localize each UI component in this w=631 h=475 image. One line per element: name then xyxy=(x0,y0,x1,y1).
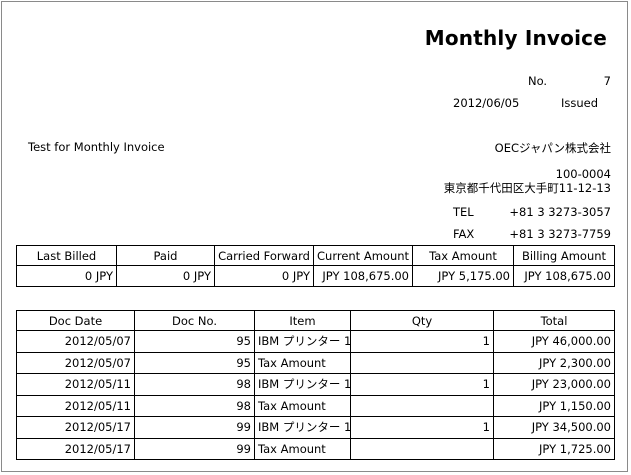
item-name: IBM プリンター 1312 xyxy=(254,330,351,353)
table-row: 2012/05/17 99 Tax Amount JPY 1,725.00 xyxy=(16,437,615,460)
doc-no: 98 xyxy=(134,394,255,417)
summary-last-billed: 0 JPY xyxy=(16,265,117,287)
qty: 1 xyxy=(350,373,494,396)
summary-header-last-billed: Last Billed xyxy=(16,245,117,266)
items-header-total: Total xyxy=(493,310,615,331)
invoice-no-value: 7 xyxy=(603,74,611,88)
issue-date: 2012/06/05 xyxy=(453,96,520,110)
item-name: Tax Amount xyxy=(254,394,351,417)
issued-label: Issued xyxy=(561,96,599,110)
tel-number: +81 3 3273-3057 xyxy=(509,205,611,219)
billing-summary-table: Last Billed Paid Carried Forward Current… xyxy=(16,245,615,287)
doc-date: 2012/05/07 xyxy=(16,351,135,374)
doc-date: 2012/05/17 xyxy=(16,416,135,439)
invoice-no-label: No. xyxy=(528,74,548,88)
summary-paid: 0 JPY xyxy=(116,265,215,287)
summary-carried-forward: 0 JPY xyxy=(214,265,314,287)
items-header-doc-no: Doc No. xyxy=(134,310,255,331)
doc-no: 99 xyxy=(134,437,255,460)
doc-date: 2012/05/07 xyxy=(16,330,135,353)
item-name: IBM プリンター 1222 xyxy=(254,373,351,396)
qty: 1 xyxy=(350,416,494,439)
doc-date: 2012/05/11 xyxy=(16,373,135,396)
items-header-row: Doc Date Doc No. Item Qty Total xyxy=(16,310,615,331)
customer-name: Test for Monthly Invoice xyxy=(28,140,165,154)
doc-no: 98 xyxy=(134,373,255,396)
line-total: JPY 2,300.00 xyxy=(493,351,615,374)
summary-header-row: Last Billed Paid Carried Forward Current… xyxy=(16,245,615,266)
summary-header-billing-amount: Billing Amount xyxy=(513,245,615,266)
company-address: 東京都千代田区大手町11-12-13 xyxy=(443,181,611,195)
invoice-title: Monthly Invoice xyxy=(424,26,607,50)
company-postal: 100-0004 xyxy=(555,167,611,181)
table-row: 2012/05/07 95 IBM プリンター 1312 1 JPY 46,00… xyxy=(16,330,615,353)
doc-date: 2012/05/17 xyxy=(16,437,135,460)
summary-billing-amount: JPY 108,675.00 xyxy=(513,265,615,287)
table-row: 2012/05/17 99 IBM プリンター 1226 1 JPY 34,50… xyxy=(16,416,615,439)
summary-header-paid: Paid xyxy=(116,245,215,266)
doc-no: 99 xyxy=(134,416,255,439)
items-header-item: Item xyxy=(254,310,351,331)
doc-date: 2012/05/11 xyxy=(16,394,135,417)
items-header-doc-date: Doc Date xyxy=(16,310,135,331)
table-row: 2012/05/07 95 Tax Amount JPY 2,300.00 xyxy=(16,351,615,374)
line-total: JPY 46,000.00 xyxy=(493,330,615,353)
qty xyxy=(350,351,494,374)
doc-no: 95 xyxy=(134,351,255,374)
fax-number: +81 3 3273-7759 xyxy=(509,227,611,241)
summary-current-amount: JPY 108,675.00 xyxy=(313,265,413,287)
summary-tax-amount: JPY 5,175.00 xyxy=(412,265,514,287)
tel-label: TEL xyxy=(453,205,474,219)
line-total: JPY 34,500.00 xyxy=(493,416,615,439)
line-total: JPY 23,000.00 xyxy=(493,373,615,396)
table-row: 2012/05/11 98 Tax Amount JPY 1,150.00 xyxy=(16,394,615,417)
qty: 1 xyxy=(350,330,494,353)
item-name: Tax Amount xyxy=(254,351,351,374)
summary-value-row: 0 JPY 0 JPY 0 JPY JPY 108,675.00 JPY 5,1… xyxy=(16,265,615,287)
doc-no: 95 xyxy=(134,330,255,353)
line-total: JPY 1,725.00 xyxy=(493,437,615,460)
line-items-table: Doc Date Doc No. Item Qty Total 2012/05/… xyxy=(16,310,615,460)
qty xyxy=(350,394,494,417)
fax-label: FAX xyxy=(453,227,475,241)
company-name: OECジャパン株式会社 xyxy=(494,141,611,155)
item-name: Tax Amount xyxy=(254,437,351,460)
summary-header-carried-forward: Carried Forward xyxy=(214,245,314,266)
summary-header-tax-amount: Tax Amount xyxy=(412,245,514,266)
qty xyxy=(350,437,494,460)
table-row: 2012/05/11 98 IBM プリンター 1222 1 JPY 23,00… xyxy=(16,373,615,396)
summary-header-current-amount: Current Amount xyxy=(313,245,413,266)
line-total: JPY 1,150.00 xyxy=(493,394,615,417)
item-name: IBM プリンター 1226 xyxy=(254,416,351,439)
items-header-qty: Qty xyxy=(350,310,494,331)
